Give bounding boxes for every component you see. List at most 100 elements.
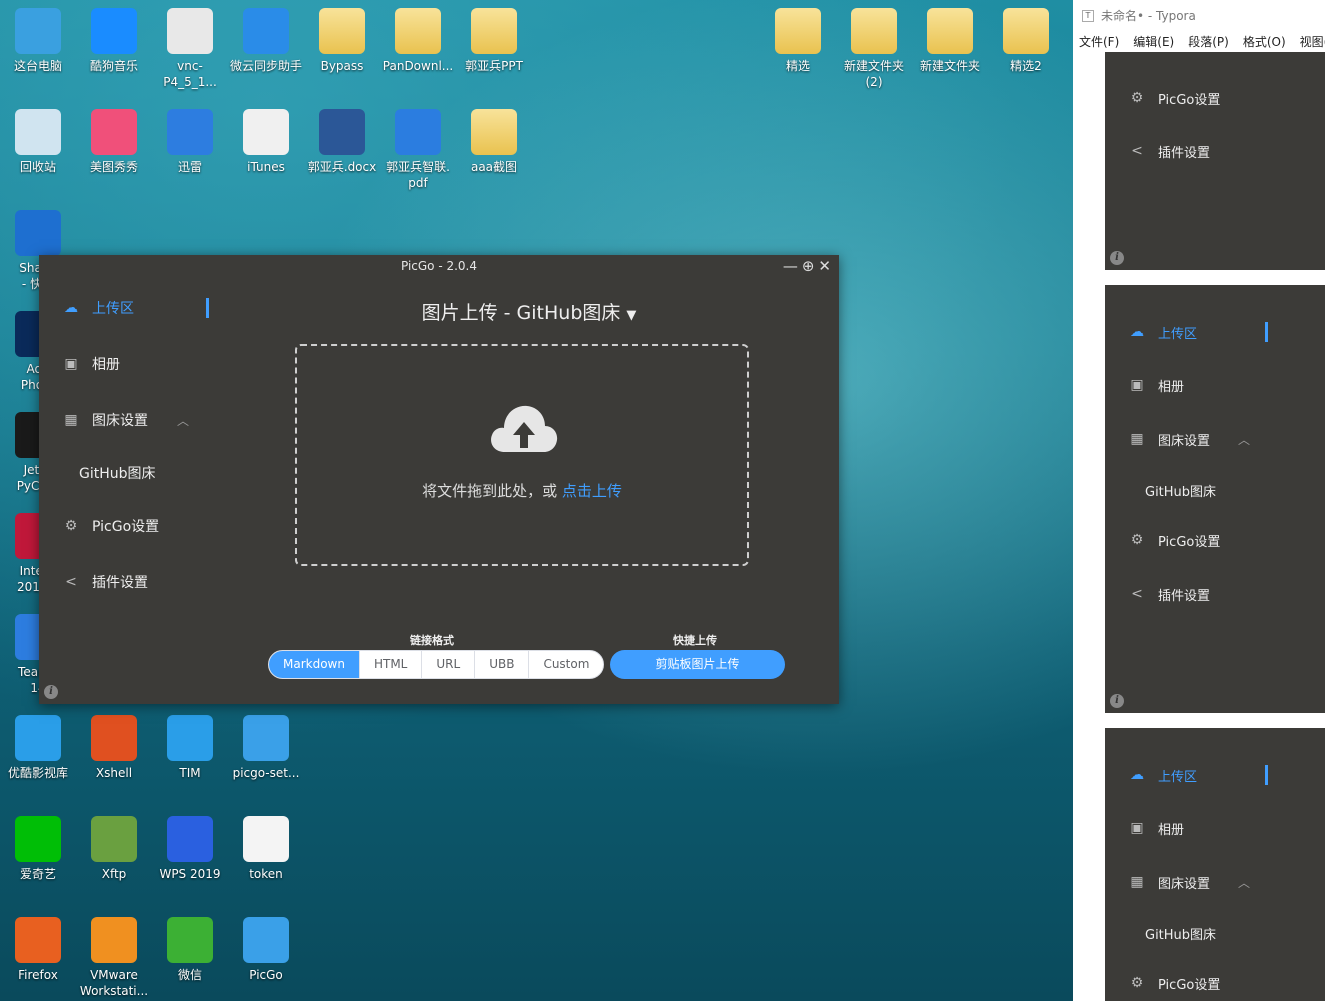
iqiyi-icon [15, 816, 61, 862]
window-titlebar[interactable]: PicGo - 2.0.4 — ⊕ ✕ [39, 255, 839, 277]
sidebar-item-label: 相册 [1158, 379, 1185, 395]
desktop-icon[interactable]: 新建文件夹 (2) [836, 8, 912, 90]
sidebar-item-label: 上传区 [1158, 769, 1198, 785]
desktop-icon-label: 精选 [785, 59, 810, 73]
format-custom[interactable]: Custom [528, 651, 603, 678]
sidebar: ☁ 上传区 ▣ 相册 ▦ 图床设置 ︿ GitHub图床 ⚙ PicGo设置 <… [39, 277, 219, 704]
embedded-screenshot-2: ☁ 上传区 ▣ 相册 ▦ 图床设置 ︿ GitHub图床 ⚙ PicGo设置 <… [1105, 285, 1325, 713]
desktop-icon[interactable]: Bypass [304, 8, 380, 74]
desktop-icon[interactable]: 微云同步助手 [228, 8, 304, 74]
add-window-icon[interactable]: ⊕ [802, 255, 815, 277]
picture-icon: ▣ [1130, 820, 1144, 836]
vmware-icon [91, 917, 137, 963]
desktop-icon[interactable]: 精选2 [988, 8, 1064, 74]
desktop-icon[interactable]: vnc-P4_5_1... [152, 8, 228, 90]
picture-icon: ▣ [1130, 377, 1144, 393]
wechat-icon [167, 917, 213, 963]
active-indicator [1265, 322, 1268, 342]
desktop-icon[interactable]: 微信 [152, 917, 228, 983]
link-format-label: 链接格式 [410, 634, 454, 647]
desktop-icon[interactable]: PanDownl... [380, 8, 456, 74]
folder-icon [1003, 8, 1049, 54]
firefox-icon [15, 917, 61, 963]
info-icon: i [1110, 251, 1124, 265]
close-icon[interactable]: ✕ [818, 255, 831, 277]
menu-format[interactable]: 格式(O) [1243, 32, 1286, 52]
desktop-icon[interactable]: VMware Workstati... [76, 917, 152, 999]
pdf-icon [395, 109, 441, 155]
youku-icon [15, 715, 61, 761]
desktop-icon[interactable]: 美图秀秀 [76, 109, 152, 175]
sidebar-item-gallery: ▣ 相册 [1105, 369, 1325, 401]
desktop-icon[interactable]: 郭亚兵PPT [456, 8, 532, 74]
sidebar-item-label: PicGo设置 [92, 519, 160, 535]
sidebar-item-picgo-settings[interactable]: ⚙ PicGo设置 [39, 510, 219, 542]
sidebar-item-label: 相册 [1158, 822, 1185, 838]
desktop-icon[interactable]: picgo-set... [228, 715, 304, 781]
format-url[interactable]: URL [421, 651, 474, 678]
sidebar-item-upload[interactable]: ☁ 上传区 [39, 292, 219, 324]
desktop-icon-label: PicGo [249, 968, 283, 982]
desktop-icon[interactable]: 回收站 [0, 109, 76, 175]
menu-paragraph[interactable]: 段落(P) [1188, 32, 1229, 52]
format-markdown[interactable]: Markdown [269, 651, 359, 678]
info-icon[interactable]: i [44, 685, 58, 699]
sidebar-item-label: PicGo设置 [1158, 977, 1221, 993]
sidebar-item-label: 图床设置 [1158, 876, 1211, 892]
typora-logo-icon: T [1082, 10, 1094, 22]
clipboard-upload-button[interactable]: 剪贴板图片上传 [610, 650, 785, 679]
desktop-icon[interactable]: WPS 2019 [152, 816, 228, 882]
sidebar-item-github[interactable]: GitHub图床 [39, 457, 219, 489]
desktop-icon-label: 郭亚兵PPT [465, 59, 523, 73]
desktop-icon[interactable]: aaa截图 [456, 109, 532, 175]
desktop-icon[interactable]: 郭亚兵.docx [304, 109, 380, 175]
desktop-icon[interactable]: 郭亚兵智联. pdf [380, 109, 456, 191]
desktop-icon[interactable]: Xftp [76, 816, 152, 882]
minimize-icon[interactable]: — [783, 255, 798, 277]
menu-view[interactable]: 视图(V [1300, 32, 1325, 52]
click-upload-link[interactable]: 点击上传 [562, 482, 622, 500]
sidebar-item-upload: ☁ 上传区 [1105, 316, 1325, 348]
embedded-screenshot-1: ⚙ PicGo设置 < 插件设置 i [1105, 52, 1325, 270]
desktop-icon[interactable]: TIM [152, 715, 228, 781]
sidebar-item-gallery[interactable]: ▣ 相册 [39, 348, 219, 380]
sidebar-item-github: GitHub图床 [1105, 917, 1325, 949]
upload-dropzone[interactable]: 将文件拖到此处，或 点击上传 [295, 344, 749, 566]
menu-edit[interactable]: 编辑(E) [1133, 32, 1174, 52]
share-icon: < [1131, 143, 1143, 159]
desktop-icon-label: PanDownl... [382, 59, 454, 73]
desktop-icon[interactable]: Xshell [76, 715, 152, 781]
share-icon: < [1131, 586, 1143, 602]
desktop-icon[interactable]: 新建文件夹 [912, 8, 988, 74]
desktop-icon[interactable]: 这台电脑 [0, 8, 76, 74]
sidebar-item-label: 上传区 [92, 301, 134, 317]
sidebar-item-plugin-settings[interactable]: < 插件设置 [39, 566, 219, 598]
desktop-icon-label: 郭亚兵.docx [307, 160, 377, 174]
desktop-icon[interactable]: 精选 [760, 8, 836, 74]
desktop-icon-label: Firefox [18, 968, 58, 982]
cloud-upload-icon: ☁ [1130, 324, 1144, 340]
page-title[interactable]: 图片上传 - GitHub图床 ▼ [219, 298, 839, 325]
desktop-icon[interactable]: 优酷影视库 [0, 715, 76, 781]
shadowsocks-icon [15, 210, 61, 256]
typora-title: 未命名• - Typora [1101, 9, 1196, 23]
typora-titlebar[interactable]: T 未命名• - Typora [1073, 0, 1325, 32]
desktop-icon-label: 酷狗音乐 [89, 59, 138, 73]
window-title: PicGo - 2.0.4 [400, 259, 478, 273]
format-html[interactable]: HTML [358, 651, 421, 678]
gear-icon: ⚙ [1130, 532, 1144, 548]
desktop-icon[interactable]: 爱奇艺 [0, 816, 76, 882]
folder-icon [851, 8, 897, 54]
desktop-icon[interactable]: 迅雷 [152, 109, 228, 175]
desktop-icon[interactable]: PicGo [228, 917, 304, 983]
desktop-icon[interactable]: iTunes [228, 109, 304, 175]
menu-file[interactable]: 文件(F) [1079, 32, 1119, 52]
wps-icon [167, 816, 213, 862]
desktop-icon[interactable]: 酷狗音乐 [76, 8, 152, 74]
sidebar-item-pic-bed-settings[interactable]: ▦ 图床设置 ︿ [39, 404, 219, 436]
file-icon [243, 816, 289, 862]
vnc-icon [167, 8, 213, 54]
desktop-icon[interactable]: token [228, 816, 304, 882]
desktop-icon[interactable]: Firefox [0, 917, 76, 983]
format-ubb[interactable]: UBB [474, 651, 528, 678]
